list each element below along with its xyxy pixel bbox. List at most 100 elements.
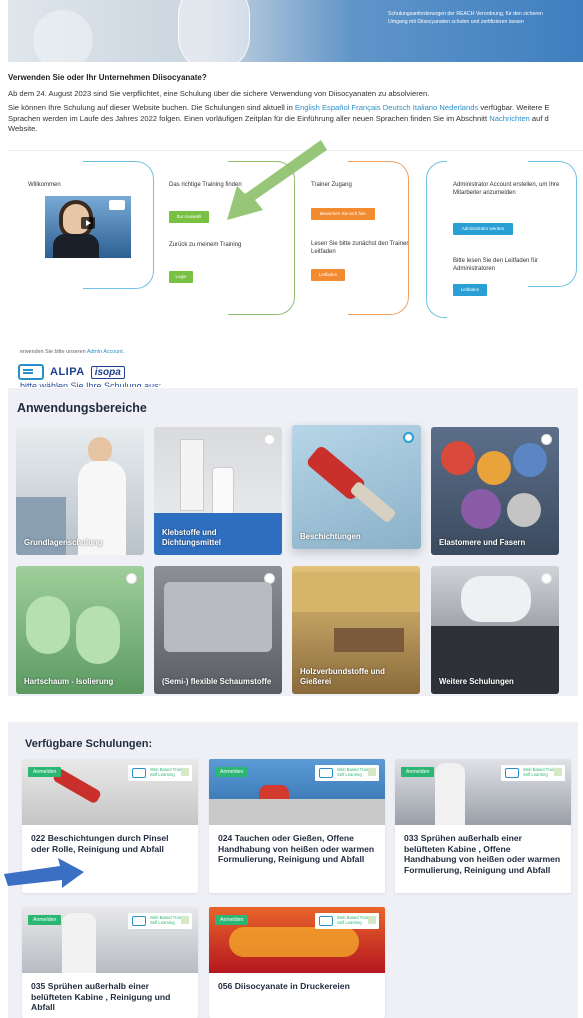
presenter-body xyxy=(53,234,99,258)
wbt-logo-icon xyxy=(132,916,146,926)
admin-guide-button[interactable]: Leitfaden xyxy=(453,284,487,296)
admin-hint-text: erwenden Sie bitte unseren xyxy=(20,349,87,355)
brand-logos: ALIPA isopa xyxy=(18,364,125,380)
register-badge[interactable]: Anmelden xyxy=(28,767,62,777)
radio-unselected[interactable] xyxy=(541,573,552,584)
area-tile-label: Klebstoffe und Dichtungsmittel xyxy=(162,528,221,547)
area-tile-wood-foundry[interactable]: Holzverbundstoffe und Gießerei xyxy=(292,566,420,694)
news-link[interactable]: Nachrichten xyxy=(489,114,530,123)
hero-caption: Schulungsanforderungen der REACH Verordn… xyxy=(388,11,543,25)
area-tile-label: Grundlagenschulung xyxy=(24,538,103,547)
course-title: 033 Sprühen außerhalb einer belüfteten K… xyxy=(404,833,561,875)
wbt-mark xyxy=(554,768,562,776)
video-logo xyxy=(109,200,125,210)
choose-training-text: bitte wählen Sie Ihre Schulung aus: xyxy=(20,381,162,387)
trainer-guide-button[interactable]: Leitfaden xyxy=(311,269,345,281)
course-card-024[interactable]: Anmelden Web Based Training Self Learnin… xyxy=(209,759,385,893)
admin-guide-text: Bitte lesen Sie den Leitfaden für Admini… xyxy=(453,258,539,272)
swirl-graphic xyxy=(229,927,359,957)
isopa-logo: isopa xyxy=(90,365,125,379)
course-title: 056 Diisocyanate in Druckereien xyxy=(218,981,350,991)
area-tile-label: Hartschaum - Isolierung xyxy=(24,677,114,686)
login-button[interactable]: Login xyxy=(169,271,193,283)
lang-link-francais[interactable]: Français xyxy=(352,103,381,112)
bottle-graphic xyxy=(180,439,204,511)
intro-section: Verwenden Sie oder Ihr Unternehmen Diiso… xyxy=(8,73,583,139)
wbt-label: Web Based Training Self Learning xyxy=(128,765,192,781)
area-tile-elastomers[interactable]: Elastomere und Fasern xyxy=(431,427,559,555)
become-admin-button[interactable]: Administrator werden xyxy=(453,223,513,235)
area-tile-other[interactable]: Weitere Schulungen xyxy=(431,566,559,694)
wbt-logo-icon xyxy=(319,916,333,926)
register-badge[interactable]: Anmelden xyxy=(28,915,62,925)
course-image: Anmelden Web Based Training Self Learnin… xyxy=(22,759,198,825)
glove-graphic xyxy=(461,576,531,622)
spool-graphic xyxy=(461,489,501,529)
course-card-056[interactable]: Anmelden Web Based Training Self Learnin… xyxy=(209,907,385,1018)
block-graphic xyxy=(334,628,404,652)
alipa-logo: ALIPA xyxy=(50,366,85,378)
radio-selected[interactable] xyxy=(403,432,414,443)
radio-unselected[interactable] xyxy=(126,573,137,584)
intro-text: auf d xyxy=(529,113,549,123)
blue-arrow-icon xyxy=(4,858,84,888)
worker-graphic xyxy=(435,763,465,825)
register-badge[interactable]: Anmelden xyxy=(215,767,249,777)
green-arrow-icon xyxy=(227,140,327,220)
intro-text: Sprachen werden im Laufe des Jahres 2022… xyxy=(8,113,490,123)
radio-unselected[interactable] xyxy=(541,434,552,445)
wbt-logo-icon xyxy=(132,768,146,778)
area-tile-adhesives[interactable]: Klebstoffe und Dichtungsmittel xyxy=(154,427,282,555)
area-tile-flexible-foam[interactable]: (Semi-) flexible Schaumstoffe xyxy=(154,566,282,694)
lang-link-english[interactable]: English xyxy=(295,103,320,112)
area-tile-coatings[interactable]: Beschichtungen xyxy=(292,425,421,549)
wbt-mark xyxy=(181,916,189,924)
radio-unselected[interactable] xyxy=(264,434,275,445)
divider-curve xyxy=(426,161,447,318)
intro-line-4: Website. xyxy=(8,124,38,134)
area-tile-rigid-foam[interactable]: Hartschaum - Isolierung xyxy=(16,566,144,694)
wbt-mark xyxy=(368,916,376,924)
hero-banner: Schulungsanforderungen der REACH Verordn… xyxy=(8,0,583,62)
worker-graphic xyxy=(62,913,96,973)
intro-text: verfügbar. Weitere E xyxy=(478,103,550,113)
register-badge[interactable]: Anmelden xyxy=(215,915,249,925)
wbt-label: Web Based Training Self Learning xyxy=(128,913,192,929)
wbt-label: Web Based Training Self Learning xyxy=(501,765,565,781)
admin-hint: erwenden Sie bitte unseren Admin Account… xyxy=(20,349,124,355)
course-title: 035 Sprühen außerhalb einer belüfteten K… xyxy=(31,981,171,1013)
spool-graphic xyxy=(477,451,511,485)
course-card-033[interactable]: Anmelden Web Based Training Self Learnin… xyxy=(395,759,571,893)
brush-graphic xyxy=(349,480,397,524)
intro-line-3: Sprachen werden im Laufe des Jahres 2022… xyxy=(8,114,583,125)
lang-link-deutsch[interactable]: Deutsch xyxy=(383,103,411,112)
area-tile-label: Elastomere und Fasern xyxy=(439,538,526,547)
register-badge[interactable]: Anmelden xyxy=(401,767,435,777)
wbt-label: Web Based Training Self Learning xyxy=(315,765,379,781)
application-areas-title: Anwendungsbereiche xyxy=(17,401,147,415)
divider-curve xyxy=(348,161,409,315)
area-tile-label: Weitere Schulungen xyxy=(439,677,514,686)
spool-graphic xyxy=(507,493,541,527)
spool-graphic xyxy=(441,441,475,475)
selection-button[interactable]: Zur Auswahl xyxy=(169,211,209,223)
pipe-graphic xyxy=(209,799,385,825)
wbt-mark xyxy=(181,768,189,776)
beaker-graphic xyxy=(33,10,93,62)
wbt-logo-icon xyxy=(505,768,519,778)
wbt-label: Web Based Training Self Learning xyxy=(315,913,379,929)
person-graphic xyxy=(88,437,112,463)
area-tile-basics[interactable]: Grundlagenschulung xyxy=(16,427,144,555)
lang-link-nederlands[interactable]: Nederlands xyxy=(439,103,478,112)
foam-graphic xyxy=(76,606,120,664)
play-icon[interactable] xyxy=(81,217,95,229)
welcome-video[interactable] xyxy=(45,196,131,258)
course-card-035[interactable]: Anmelden Web Based Training Self Learnin… xyxy=(22,907,198,1018)
lang-link-italiano[interactable]: Italiano xyxy=(413,103,438,112)
wbt-logo-icon xyxy=(18,364,44,380)
admin-account-link[interactable]: Admin Account. xyxy=(87,349,124,355)
course-image: Anmelden Web Based Training Self Learnin… xyxy=(395,759,571,825)
area-tile-label: Beschichtungen xyxy=(300,532,361,541)
lang-link-espanol[interactable]: Español xyxy=(322,103,349,112)
trainer-guide-text: Lesen Sie bitte zunächst den Trainer Lei… xyxy=(311,241,409,255)
